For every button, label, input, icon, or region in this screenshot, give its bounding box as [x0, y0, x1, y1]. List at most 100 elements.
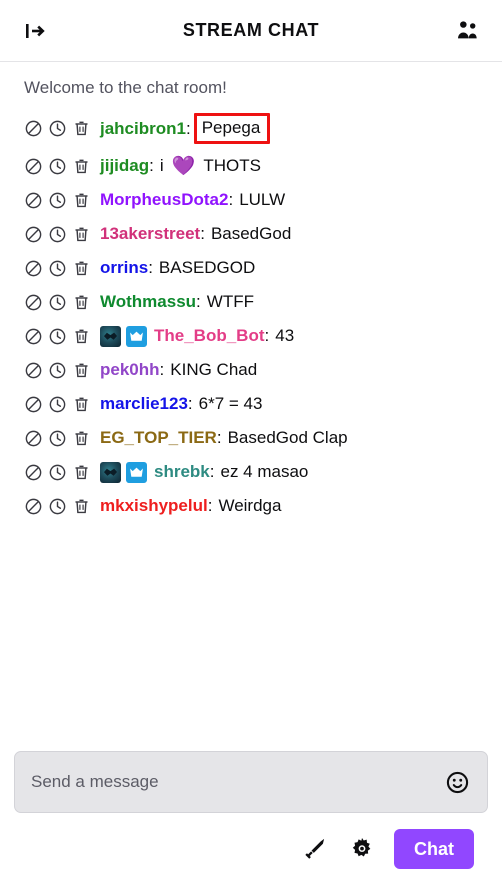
timeout-icon[interactable] [48, 327, 67, 346]
moderation-actions [24, 463, 91, 482]
sword-icon[interactable] [300, 834, 330, 864]
user-badges [100, 461, 147, 483]
vip-crown-badge[interactable] [126, 461, 147, 483]
chat-message-row: 13akerstreet: BasedGod [0, 217, 502, 251]
chat-username[interactable]: The_Bob_Bot [154, 324, 265, 348]
timeout-icon[interactable] [48, 157, 67, 176]
delete-icon[interactable] [72, 191, 91, 210]
timeout-icon[interactable] [48, 225, 67, 244]
timeout-icon[interactable] [48, 497, 67, 516]
ban-icon[interactable] [24, 429, 43, 448]
username-colon: : [185, 118, 191, 138]
ban-icon[interactable] [24, 361, 43, 380]
message-body: Weirdga [218, 496, 282, 515]
ban-icon[interactable] [24, 157, 43, 176]
moderation-actions [24, 395, 91, 414]
chat-message-text: 43 [275, 324, 294, 348]
delete-icon[interactable] [72, 327, 91, 346]
chat-username[interactable]: EG_TOP_TIER [100, 426, 217, 450]
moderation-actions [24, 327, 91, 346]
ban-icon[interactable] [24, 293, 43, 312]
chat-message-text: BasedGod Clap [228, 426, 348, 450]
chat-username[interactable]: pek0hh [100, 358, 160, 382]
chat-message-text: BASEDGOD [159, 256, 255, 280]
message-input[interactable]: Send a message [31, 772, 443, 792]
collapse-right-arrow-icon[interactable] [18, 14, 52, 48]
timeout-icon[interactable] [48, 361, 67, 380]
delete-icon[interactable] [72, 395, 91, 414]
timeout-icon[interactable] [48, 429, 67, 448]
moderation-actions [24, 225, 91, 244]
chat-message-text: Weirdga [218, 494, 281, 518]
welcome-message: Welcome to the chat room! [24, 78, 227, 97]
chat-username[interactable]: 13akerstreet [100, 222, 200, 246]
delete-icon[interactable] [72, 157, 91, 176]
message-body: i [159, 156, 164, 175]
vip-crown-badge[interactable] [126, 325, 147, 347]
chat-username[interactable]: MorpheusDota2 [100, 188, 228, 212]
chat-username[interactable]: shrebk [154, 460, 210, 484]
username-colon: : [159, 360, 165, 379]
delete-icon[interactable] [72, 463, 91, 482]
chat-message-row: orrins: BASEDGOD [0, 251, 502, 285]
community-users-icon[interactable] [450, 14, 484, 48]
ban-icon[interactable] [24, 327, 43, 346]
delete-icon[interactable] [72, 259, 91, 278]
moderation-actions [24, 157, 91, 176]
moderation-actions [24, 497, 91, 516]
ban-icon[interactable] [24, 191, 43, 210]
gear-icon[interactable] [347, 834, 377, 864]
chat-message-text: i 💜 THOTS [160, 154, 261, 178]
delete-icon[interactable] [72, 497, 91, 516]
message-body: ez 4 masao [220, 462, 309, 481]
chat-username[interactable]: orrins [100, 256, 148, 280]
chat-message-text-highlighted: Pepega [193, 113, 271, 144]
chat-username[interactable]: jijidag [100, 154, 149, 178]
chat-username[interactable]: mkxishypelul [100, 494, 208, 518]
timeout-icon[interactable] [48, 191, 67, 210]
chat-message-row: EG_TOP_TIER: BasedGod Clap [0, 421, 502, 455]
ban-icon[interactable] [24, 119, 43, 138]
timeout-icon[interactable] [48, 293, 67, 312]
message-body: BASEDGOD [158, 258, 256, 277]
purple-heart-emote-icon[interactable]: 💜 [172, 157, 196, 176]
chat-username[interactable]: jahcibron1 [100, 117, 186, 141]
username-colon: : [228, 190, 234, 209]
ban-icon[interactable] [24, 395, 43, 414]
chat-message-row: pek0hh: KING Chad [0, 353, 502, 387]
moderation-actions [24, 429, 91, 448]
delete-icon[interactable] [72, 293, 91, 312]
chat-username[interactable]: marclie123 [100, 392, 188, 416]
delete-icon[interactable] [72, 119, 91, 138]
message-input-wrapper[interactable]: Send a message [14, 751, 488, 813]
message-body: Pepega [201, 118, 261, 137]
moderation-actions [24, 191, 91, 210]
chat-message-list[interactable]: Welcome to the chat room! jahcibron1: Pep… [0, 62, 502, 751]
send-chat-button[interactable]: Chat [394, 829, 474, 869]
delete-icon[interactable] [72, 429, 91, 448]
chat-message-text: ez 4 masao [220, 460, 308, 484]
timeout-icon[interactable] [48, 395, 67, 414]
message-body-after-emote: THOTS [203, 156, 261, 175]
delete-icon[interactable] [72, 361, 91, 380]
chat-message-row: The_Bob_Bot:43 [0, 319, 502, 353]
chat-message-row: shrebk: ez 4 masao [0, 455, 502, 489]
chat-message-row: jijidag: i 💜 THOTS [0, 149, 502, 183]
timeout-icon[interactable] [48, 259, 67, 278]
chat-composer: Send a message Chat [0, 751, 502, 883]
ban-icon[interactable] [24, 497, 43, 516]
emote-smiley-icon[interactable] [443, 768, 471, 796]
chat-username[interactable]: Wothmassu [100, 290, 196, 314]
timeout-icon[interactable] [48, 119, 67, 138]
chat-message-row: MorpheusDota2: LULW [0, 183, 502, 217]
ban-icon[interactable] [24, 259, 43, 278]
delete-icon[interactable] [72, 225, 91, 244]
message-body: BasedGod [210, 224, 292, 243]
timeout-icon[interactable] [48, 463, 67, 482]
subscriber-badge[interactable] [100, 461, 121, 483]
username-colon: : [200, 224, 205, 243]
ban-icon[interactable] [24, 225, 43, 244]
subscriber-badge[interactable] [100, 325, 121, 347]
composer-actions: Chat [14, 813, 488, 869]
ban-icon[interactable] [24, 463, 43, 482]
